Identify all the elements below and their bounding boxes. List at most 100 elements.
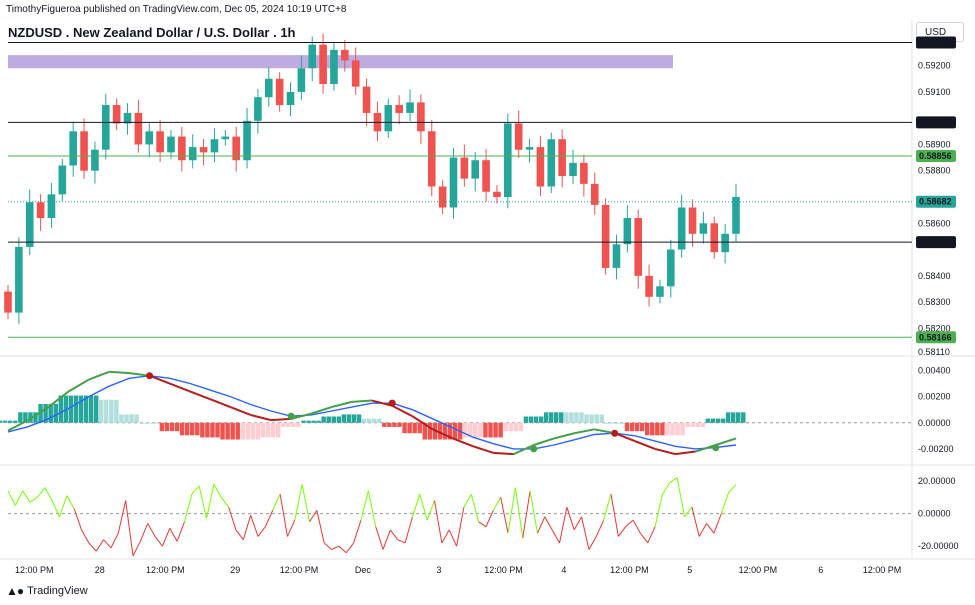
osc-line-segment	[404, 516, 413, 544]
osc-line-segment	[250, 515, 259, 537]
macd-histogram-bar	[240, 422, 246, 440]
candle-body	[645, 275, 653, 297]
candle-body	[395, 105, 403, 113]
candle-body	[308, 44, 317, 69]
macd-histogram-bar	[382, 422, 387, 427]
macd-line-segment	[209, 398, 231, 409]
level-label: 0.58528	[919, 237, 952, 247]
macd-histogram-bar	[407, 422, 412, 434]
macd-histogram-bar	[88, 395, 94, 423]
candle-body	[25, 202, 34, 247]
macd-histogram-bar	[190, 422, 195, 436]
macd-histogram-bar	[361, 418, 367, 423]
macd-histogram-bar	[533, 416, 539, 423]
time-tick-label: 12:00 PM	[610, 565, 649, 575]
macd-histogram-bar	[73, 395, 79, 423]
macd-histogram-bar	[169, 422, 175, 432]
osc-line-segment	[228, 506, 237, 531]
candle-body	[69, 131, 77, 166]
osc-line-segment	[169, 528, 178, 542]
osc-line-segment	[139, 523, 149, 542]
osc-line-segment	[691, 506, 700, 537]
macd-histogram-bar	[665, 422, 670, 436]
candle-body	[123, 112, 132, 124]
candle-body	[460, 157, 469, 179]
macd-histogram-bar	[478, 422, 483, 438]
macd-histogram-bar	[569, 412, 574, 423]
macd-histogram-bar	[483, 422, 488, 438]
macd-histogram-bar	[548, 412, 554, 423]
macd-histogram-bar	[250, 422, 256, 440]
price-tick-label: 0.58900	[918, 139, 951, 149]
macd-histogram-bar	[356, 414, 362, 423]
osc-line-segment	[110, 532, 119, 549]
osc-line-segment	[640, 532, 649, 544]
macd-histogram-bar	[554, 412, 559, 423]
candle-body	[210, 139, 219, 153]
osc-tick-label: 0.00000	[918, 509, 951, 519]
macd-histogram-bar	[397, 422, 402, 427]
osc-line-segment	[37, 487, 46, 498]
macd-histogram-bar	[538, 416, 544, 423]
macd-histogram-bar	[164, 422, 170, 432]
candle-body	[449, 157, 458, 208]
candle-body	[275, 78, 284, 106]
time-tick-label: 5	[687, 565, 692, 575]
time-tick-label: 12:00 PM	[739, 565, 778, 575]
osc-line-segment	[264, 510, 274, 527]
osc-line-segment	[345, 542, 355, 554]
candle-body	[590, 183, 599, 205]
price-tick-label: 0.58300	[918, 297, 951, 307]
osc-line-segment	[588, 536, 597, 550]
macd-histogram-bar	[564, 412, 569, 423]
macd-histogram-bar	[174, 422, 180, 432]
macd-histogram-bar	[265, 422, 271, 438]
candle-body	[406, 102, 414, 113]
level-label: 0.58984	[919, 117, 952, 127]
osc-line-segment	[522, 490, 531, 539]
osc-line-segment	[14, 490, 24, 506]
macd-histogram-bar	[392, 422, 397, 427]
osc-line-segment	[617, 526, 627, 537]
osc-line-segment	[184, 493, 193, 522]
candle-body	[438, 186, 447, 208]
candle-body	[732, 197, 740, 234]
osc-line-segment	[426, 500, 435, 521]
osc-line-segment	[647, 526, 656, 544]
osc-line-segment	[456, 507, 465, 547]
macd-line-segment	[351, 399, 373, 403]
macd-histogram-bar	[402, 422, 407, 434]
osc-line-segment	[51, 500, 60, 518]
chart-canvas[interactable]: 0.59200 0.59100 0.58900 0.58800 0.58600 0.584…	[0, 0, 975, 605]
macd-tick-label: 0.00000	[918, 418, 951, 428]
macd-line-segment	[88, 370, 110, 381]
macd-histogram-bar	[680, 422, 685, 436]
osc-line-segment	[720, 492, 730, 514]
macd-histogram-bar	[306, 420, 311, 423]
supply-zone	[8, 55, 673, 69]
osc-line-segment	[581, 516, 590, 550]
osc-line-segment	[44, 487, 53, 501]
candle-body	[188, 147, 197, 161]
macd-histogram-bar	[346, 414, 352, 423]
candle-body	[341, 49, 349, 61]
candle-body	[58, 165, 67, 195]
osc-line-segment	[500, 497, 509, 534]
macd-histogram-bar	[275, 422, 281, 438]
macd-histogram-bar	[690, 422, 695, 427]
candle-body	[221, 136, 230, 140]
macd-line-segment	[189, 390, 211, 401]
macd-histogram-bar	[670, 422, 675, 436]
macd-line-segment	[553, 432, 575, 440]
macd-histogram-bar	[710, 418, 716, 423]
candle-body	[525, 147, 534, 150]
macd-line-segment	[391, 404, 413, 418]
macd-line-segment	[634, 440, 656, 450]
macd-histogram-bar	[700, 422, 706, 427]
price-tick-label: 0.58110	[918, 347, 950, 357]
macd-histogram-bar	[488, 422, 493, 438]
osc-line-segment	[22, 490, 31, 503]
candle-body	[601, 204, 610, 268]
macd-histogram-bar	[149, 422, 155, 424]
osc-line-segment	[625, 519, 634, 528]
